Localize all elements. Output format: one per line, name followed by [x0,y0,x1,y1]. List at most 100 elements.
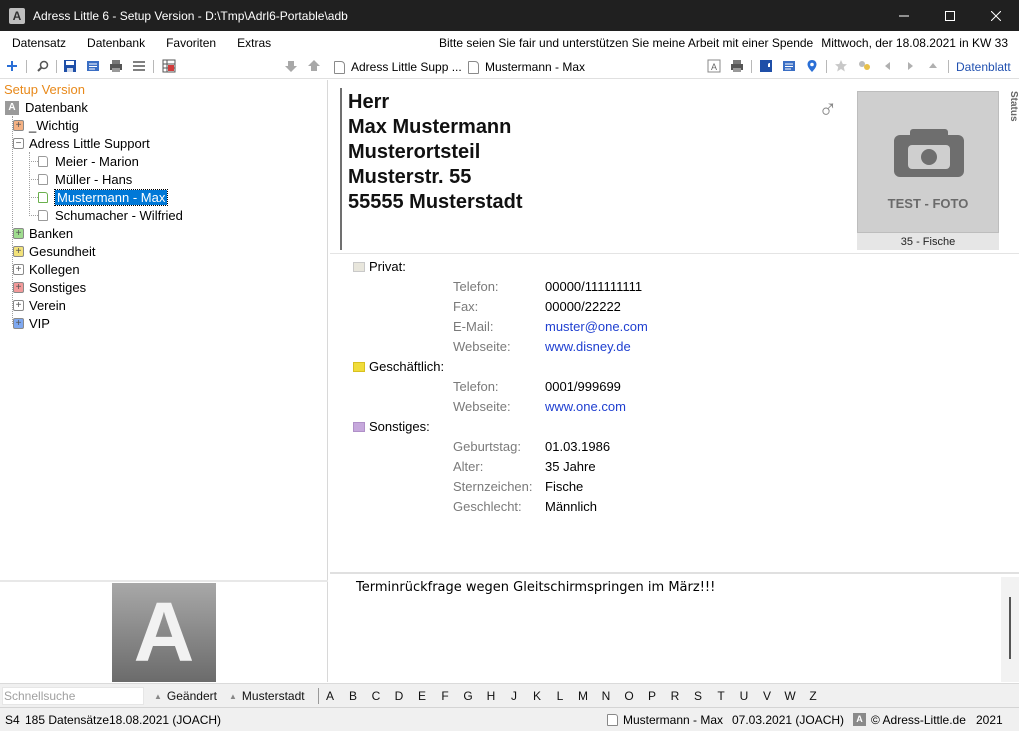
donate-link[interactable]: Bitte seien Sie fair und unterstützen Si… [439,36,813,50]
male-gender-icon: ♂ [818,94,838,124]
app-logo-image: A [112,583,216,682]
list-icon[interactable] [132,59,146,73]
expand-icon[interactable]: + [13,263,24,275]
letter-u[interactable]: U [736,689,752,703]
website-link[interactable]: www.disney.de [545,339,631,354]
add-icon[interactable] [5,59,19,73]
menu-datensatz[interactable]: Datensatz [3,36,75,50]
svg-text:A: A [711,62,717,72]
tree-group-wichtig[interactable]: + _Wichtig [13,116,79,134]
letter-o[interactable]: O [621,689,637,703]
tree-group-label: Banken [29,225,74,241]
expand-icon[interactable]: + [13,245,24,257]
tree-group-kollegen[interactable]: + Kollegen [13,260,80,278]
tree-contact-meier-marion[interactable]: Meier - Marion [29,152,139,170]
sort-city-button[interactable]: ▲ Musterstadt [229,689,305,703]
letter-z[interactable]: Z [805,689,821,703]
tree-root-datenbank[interactable]: A Datenbank [5,100,88,115]
letter-w[interactable]: W [782,689,798,703]
menu-extras[interactable]: Extras [228,36,280,50]
letter-b[interactable]: B [345,689,361,703]
toolbar-separator [826,60,827,73]
letter-t[interactable]: T [713,689,729,703]
contacts-icon[interactable] [857,59,871,73]
grid-icon[interactable] [162,59,176,73]
expand-icon[interactable]: + [13,281,24,293]
sort-up-icon: ▲ [229,691,237,701]
letter-c[interactable]: C [368,689,384,703]
letter-h[interactable]: H [483,689,499,703]
letter-s[interactable]: S [690,689,706,703]
save-icon[interactable] [63,59,77,73]
tree-group-sonstiges[interactable]: + Sonstiges [13,278,86,296]
notes-divider[interactable] [330,572,1019,574]
email-link[interactable]: muster@one.com [545,319,648,334]
scrollbar-thumb[interactable] [1009,597,1011,659]
close-icon[interactable] [973,0,1019,31]
expand-icon[interactable]: + [13,227,24,239]
chevron-right-icon[interactable] [903,59,917,73]
section-title: Privat: [369,259,406,274]
collapse-icon[interactable]: − [13,137,24,149]
card-icon[interactable] [86,59,100,73]
notes-scrollbar[interactable] [1001,577,1019,682]
phone-value[interactable]: 00000/111111111 [545,279,642,294]
tree-contact-schumacher-wilfried[interactable]: Schumacher - Wilfried [29,206,183,224]
letter-e[interactable]: E [414,689,430,703]
tab-mustermann-max[interactable]: Mustermann - Max [468,59,585,75]
chevron-up-icon[interactable] [926,59,940,73]
phone-value[interactable]: 0001/999699 [545,379,621,394]
letter-v[interactable]: V [759,689,775,703]
menu-favoriten[interactable]: Favoriten [157,36,225,50]
tree-group-gesundheit[interactable]: + Gesundheit [13,242,96,260]
letter-d[interactable]: D [391,689,407,703]
tree-group-verein[interactable]: + Verein [13,296,66,314]
letter-g[interactable]: G [460,689,476,703]
panel-divider[interactable] [0,580,328,582]
quick-search-input[interactable]: Schnellsuche [2,687,144,705]
contact-photo[interactable]: TEST - FOTO [857,91,999,250]
tree-group-banken[interactable]: + Banken [13,224,73,242]
minimize-icon[interactable] [881,0,927,31]
tree-group-label: _Wichtig [29,117,79,133]
letter-m[interactable]: M [575,689,591,703]
tree-group-vip[interactable]: + VIP [13,314,50,332]
datenblatt-link[interactable]: Datenblatt [956,60,1011,74]
text-a-icon[interactable]: A [707,59,721,73]
letter-p[interactable]: P [644,689,660,703]
tree-contact-mustermann-max[interactable]: Mustermann - Max [29,188,169,206]
map-pin-icon[interactable] [805,59,819,73]
notes-text[interactable]: Terminrückfrage wegen Gleitschirmspringe… [356,580,715,595]
expand-icon[interactable]: + [13,299,24,311]
arrow-up-icon[interactable] [307,59,321,73]
tab-adress-little-support[interactable]: Adress Little Supp ... [334,59,462,75]
arrow-down-icon[interactable] [284,59,298,73]
tree-guide-line [29,178,38,180]
expand-icon[interactable]: + [13,317,24,329]
letter-f[interactable]: F [437,689,453,703]
maximize-icon[interactable] [927,0,973,31]
copyright-text[interactable]: © Adress-Little.de [871,713,966,727]
expand-icon[interactable]: + [13,119,24,131]
letter-a[interactable]: A [322,689,338,703]
tree-group-adress-little-support[interactable]: − Adress Little Support [13,134,150,152]
print-icon[interactable] [109,59,123,73]
card-icon[interactable] [782,59,796,73]
letter-n[interactable]: N [598,689,614,703]
letter-k[interactable]: K [529,689,545,703]
window-title: Adress Little 6 - Setup Version - D:\Tmp… [33,8,348,23]
search-icon[interactable] [36,59,50,73]
letter-l[interactable]: L [552,689,568,703]
website-link[interactable]: www.one.com [545,399,626,414]
sort-changed-button[interactable]: ▲ Geändert [154,689,217,703]
status-label[interactable]: Status [1003,91,1019,131]
tree-contact-mueller-hans[interactable]: Müller - Hans [29,170,132,188]
letter-j[interactable]: J [506,689,522,703]
star-icon[interactable] [834,59,848,73]
tree-group-label: VIP [29,315,50,331]
menu-datenbank[interactable]: Datenbank [78,36,154,50]
print-icon[interactable] [730,59,744,73]
export-icon[interactable] [759,59,773,73]
chevron-left-icon[interactable] [881,59,895,73]
letter-r[interactable]: R [667,689,683,703]
